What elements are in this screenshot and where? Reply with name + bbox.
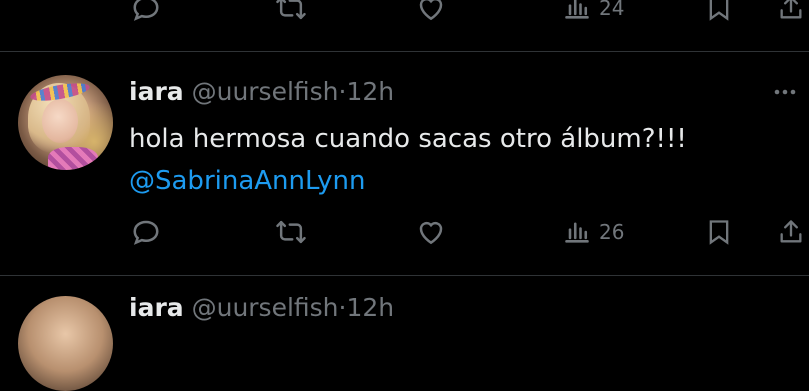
avatar-top: [48, 147, 98, 170]
retweet-icon: [276, 0, 306, 20]
avatar[interactable]: [18, 296, 113, 391]
views-count: 24: [599, 0, 625, 20]
more-button[interactable]: [770, 82, 800, 102]
reply-icon: [133, 220, 159, 245]
bookmark-button[interactable]: [705, 210, 733, 254]
share-button[interactable]: [777, 210, 805, 254]
bookmark-icon: [709, 220, 729, 245]
more-icon: [774, 89, 796, 95]
avatar-face: [42, 99, 78, 143]
share-icon: [780, 220, 802, 243]
retweet-button[interactable]: [275, 0, 307, 30]
tweet-header: iara @uurselfish·12h: [129, 292, 394, 324]
like-icon: [419, 0, 443, 21]
timestamp[interactable]: 12h: [346, 293, 394, 322]
bookmark-button[interactable]: [705, 0, 733, 30]
display-name[interactable]: iara: [129, 293, 184, 322]
views-count: 26: [599, 220, 625, 244]
reply-button[interactable]: [131, 210, 161, 254]
bookmark-icon: [709, 0, 729, 21]
like-icon: [419, 221, 443, 245]
share-icon: [780, 0, 802, 19]
tweet-header: iara @uurselfish·12h: [129, 76, 394, 108]
views-icon: [565, 222, 589, 243]
views-button[interactable]: 24: [563, 0, 624, 30]
like-button[interactable]: [416, 210, 446, 254]
previous-tweet-actions: 24: [0, 0, 809, 26]
next-tweet[interactable]: iara @uurselfish·12h: [0, 286, 809, 391]
retweet-button[interactable]: [275, 210, 307, 254]
user-handle[interactable]: @uurselfish: [192, 77, 339, 106]
avatar[interactable]: [18, 75, 113, 170]
retweet-icon: [276, 220, 306, 244]
divider: [0, 275, 809, 276]
tweet-body: hola hermosa cuando sacas otro álbum?!!!: [129, 124, 687, 154]
views-button[interactable]: 26: [563, 210, 624, 254]
tweet[interactable]: iara @uurselfish·12h hola hermosa cuando…: [0, 52, 809, 274]
views-icon: [565, 0, 589, 19]
tweet-actions: 26: [0, 210, 809, 254]
user-handle[interactable]: @uurselfish: [192, 293, 339, 322]
display-name[interactable]: iara: [129, 77, 184, 106]
reply-button[interactable]: [131, 0, 161, 30]
tweet-text: hola hermosa cuando sacas otro álbum?!!!…: [129, 118, 687, 202]
like-button[interactable]: [416, 0, 446, 30]
mention-link[interactable]: @SabrinaAnnLynn: [129, 160, 687, 202]
timestamp[interactable]: 12h: [346, 77, 394, 106]
share-button[interactable]: [777, 0, 805, 30]
reply-icon: [133, 0, 159, 21]
